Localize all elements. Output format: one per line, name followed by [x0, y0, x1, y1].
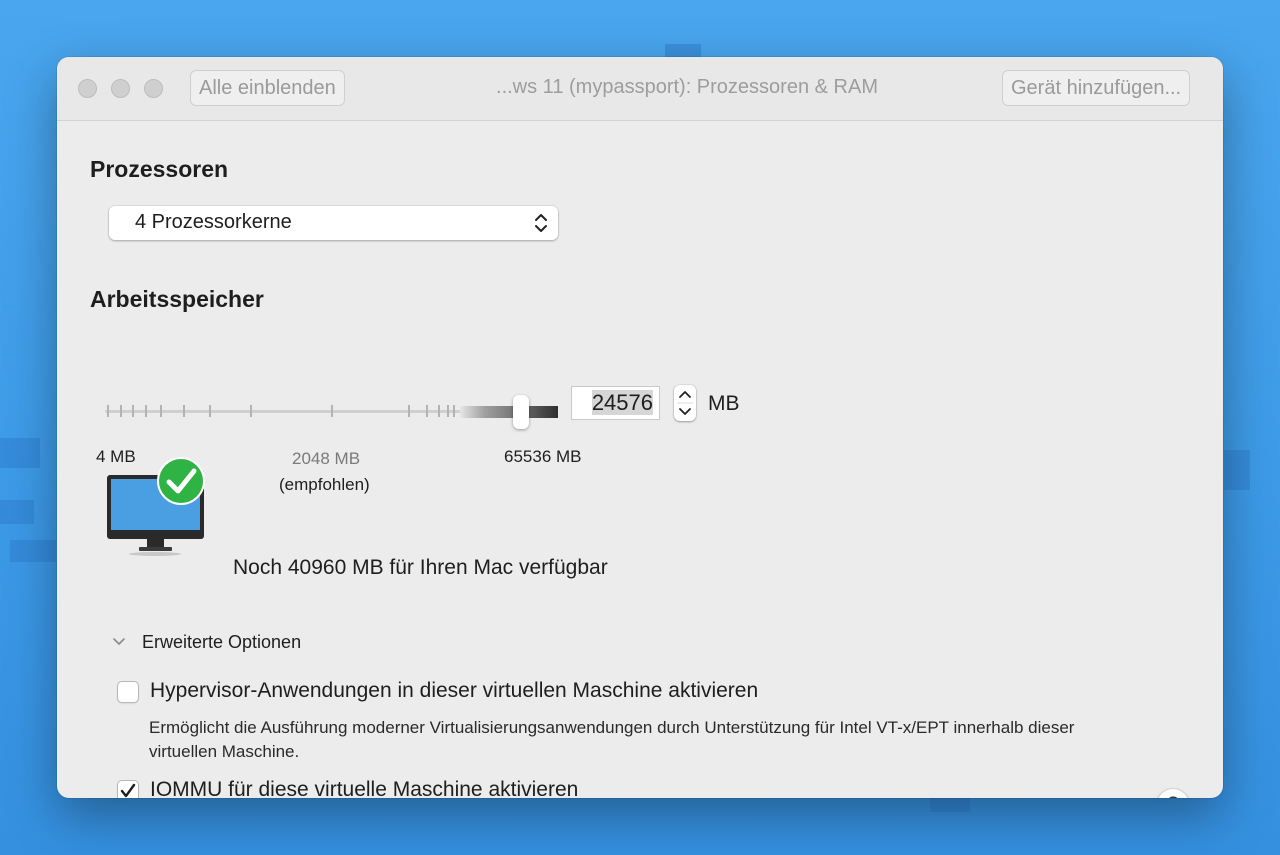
background-tile [930, 798, 970, 812]
slider-tick [426, 405, 428, 417]
slider-tick [183, 405, 185, 417]
slider-tick [331, 405, 333, 417]
slider-tick [132, 405, 134, 417]
slider-tick [209, 405, 211, 417]
checkmark-icon [120, 783, 136, 798]
slider-tick [447, 405, 449, 417]
slider-tick [408, 405, 410, 417]
slider-tick [453, 405, 455, 417]
recommended-value-label: 2048 MB [292, 449, 361, 468]
add-device-button[interactable]: Gerät hinzufügen... [1002, 70, 1191, 106]
hypervisor-checkbox[interactable] [117, 681, 139, 703]
stepper-arrows-icon [677, 391, 693, 415]
hypervisor-label[interactable]: Hypervisor-Anwendungen in dieser virtuel… [150, 679, 758, 703]
processor-cores-value: 4 Prozessorkerne [135, 211, 292, 233]
settings-window: Alle einblenden ...ws 11 (mypassport): P… [57, 57, 1223, 798]
zoom-window-button[interactable] [144, 79, 163, 98]
advanced-options-toggle[interactable]: Erweiterte Optionen [142, 632, 301, 653]
memory-heading: Arbeitsspeicher [90, 286, 264, 312]
slider-tick [250, 405, 252, 417]
slider-dense-ticks [460, 406, 558, 418]
memory-value-field[interactable]: 24576 [571, 386, 660, 420]
processor-cores-popup[interactable]: 4 Prozessorkerne [109, 206, 558, 240]
show-all-button[interactable]: Alle einblenden [190, 70, 345, 106]
memory-unit: MB [708, 392, 740, 415]
chevron-down-icon[interactable] [111, 634, 127, 650]
iommu-label[interactable]: IOMMU für diese virtuelle Maschine aktiv… [150, 778, 578, 798]
available-memory-text: Noch 40960 MB für Ihren Mac verfügbar [233, 556, 608, 579]
memory-stepper[interactable] [674, 385, 696, 421]
background-tile [0, 500, 34, 524]
slider-thumb[interactable] [513, 395, 529, 429]
memory-value: 24576 [591, 390, 653, 415]
recommended-label: (empfohlen) [279, 475, 370, 494]
background-tile [0, 438, 40, 468]
minimize-window-button[interactable] [111, 79, 130, 98]
memory-slider[interactable] [105, 391, 560, 431]
processors-heading: Prozessoren [90, 156, 229, 182]
slider-tick [120, 405, 122, 417]
background-tile [10, 540, 56, 562]
up-down-chevron-icon [535, 214, 547, 232]
background-tile [665, 44, 701, 57]
help-button[interactable]: ? [1157, 789, 1189, 798]
slider-tick [160, 405, 162, 417]
hypervisor-description: Ermöglicht die Ausführung moderner Virtu… [149, 718, 1075, 761]
slider-tick [145, 405, 147, 417]
slider-tick [438, 405, 440, 417]
slider-max-label: 65536 MB [504, 447, 582, 466]
close-window-button[interactable] [78, 79, 97, 98]
background-tile [1224, 450, 1250, 490]
iommu-checkbox[interactable] [117, 780, 139, 798]
title-bar: Alle einblenden ...ws 11 (mypassport): P… [57, 57, 1223, 121]
checkmark-badge-icon [157, 457, 205, 505]
content-area: Prozessoren 4 Prozessorkerne Arbeitsspei… [57, 121, 1223, 798]
window-title: ...ws 11 (mypassport): Prozessoren & RAM [496, 76, 878, 98]
slider-tick [107, 405, 109, 417]
